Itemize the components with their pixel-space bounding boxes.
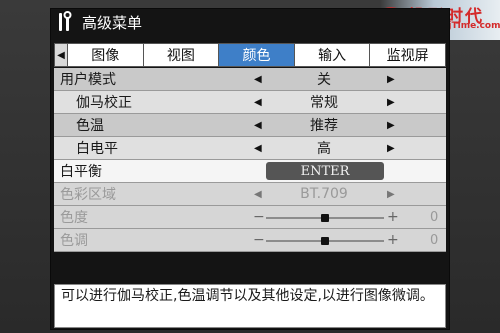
tab-color[interactable]: 颜色: [219, 43, 295, 67]
setting-color-gamut[interactable]: 色彩区域 ◀ BT.709 ▶: [54, 183, 446, 206]
setting-value: 高: [317, 141, 331, 157]
slider-knob[interactable]: [321, 214, 329, 222]
left-arrow-icon[interactable]: ◀: [254, 143, 262, 154]
setting-label: 色温: [76, 118, 104, 134]
right-arrow-icon[interactable]: ▶: [387, 189, 395, 200]
setting-label: 色彩区域: [60, 187, 116, 203]
setting-saturation[interactable]: 色度 − + 0: [54, 206, 446, 229]
setting-value: 关: [317, 72, 331, 88]
setting-label: 用户模式: [60, 72, 116, 88]
saturation-slider[interactable]: [266, 214, 384, 222]
hue-slider[interactable]: [266, 237, 384, 245]
right-arrow-icon[interactable]: ▶: [387, 97, 395, 108]
plus-icon[interactable]: +: [387, 209, 399, 225]
tab-view[interactable]: 视图: [143, 43, 220, 67]
left-arrow-icon[interactable]: ◀: [254, 189, 262, 200]
enter-button[interactable]: ENTER: [266, 162, 384, 180]
setting-white-balance[interactable]: 白平衡 ENTER: [54, 160, 446, 183]
left-arrow-icon[interactable]: ◀: [254, 120, 262, 131]
left-arrow-icon[interactable]: ◀: [254, 97, 262, 108]
menu-tabs: ◀ 图像 视图 颜色 输入 监视屏: [54, 43, 446, 67]
setting-gamma-correction[interactable]: 伽马校正 ◀ 常规 ▶: [54, 91, 446, 114]
plus-icon[interactable]: +: [387, 232, 399, 248]
slider-value: 0: [430, 209, 439, 225]
setting-color-temperature[interactable]: 色温 ◀ 推荐 ▶: [54, 114, 446, 137]
slider-knob[interactable]: [321, 237, 329, 245]
menu-header: 高级菜单: [56, 9, 142, 35]
right-arrow-icon[interactable]: ▶: [387, 74, 395, 85]
minus-icon[interactable]: −: [253, 232, 265, 248]
page-title: 高级菜单: [82, 13, 143, 32]
tab-scroll-left-icon[interactable]: ◀: [54, 43, 68, 67]
minus-icon[interactable]: −: [253, 209, 265, 225]
settings-list: 用户模式 ◀ 关 ▶ 伽马校正 ◀ 常规 ▶ 色温 ◀ 推荐 ▶ 白电平 ◀ 高…: [54, 68, 446, 252]
help-text: 可以进行伽马校正,色温调节以及其他设定,以进行图像微调。: [54, 284, 446, 328]
setting-user-mode[interactable]: 用户模式 ◀ 关 ▶: [54, 68, 446, 91]
setting-hue[interactable]: 色调 − + 0: [54, 229, 446, 252]
tools-icon: [59, 11, 72, 31]
tab-monitor[interactable]: 监视屏: [370, 43, 446, 67]
tab-input[interactable]: 输入: [294, 43, 371, 67]
slider-value: 0: [430, 232, 439, 248]
setting-value: BT.709: [300, 186, 348, 202]
right-arrow-icon[interactable]: ▶: [387, 143, 395, 154]
left-arrow-icon[interactable]: ◀: [254, 74, 262, 85]
right-arrow-icon[interactable]: ▶: [387, 120, 395, 131]
setting-label: 伽马校正: [76, 95, 132, 111]
setting-value: 常规: [310, 95, 338, 111]
setting-label: 色调: [60, 233, 88, 249]
setting-value: 推荐: [310, 118, 338, 134]
setting-label: 色度: [60, 210, 88, 226]
setting-label: 白平衡: [60, 164, 102, 180]
setting-label: 白电平: [76, 141, 118, 157]
tab-image[interactable]: 图像: [68, 43, 144, 67]
setting-white-level[interactable]: 白电平 ◀ 高 ▶: [54, 137, 446, 160]
